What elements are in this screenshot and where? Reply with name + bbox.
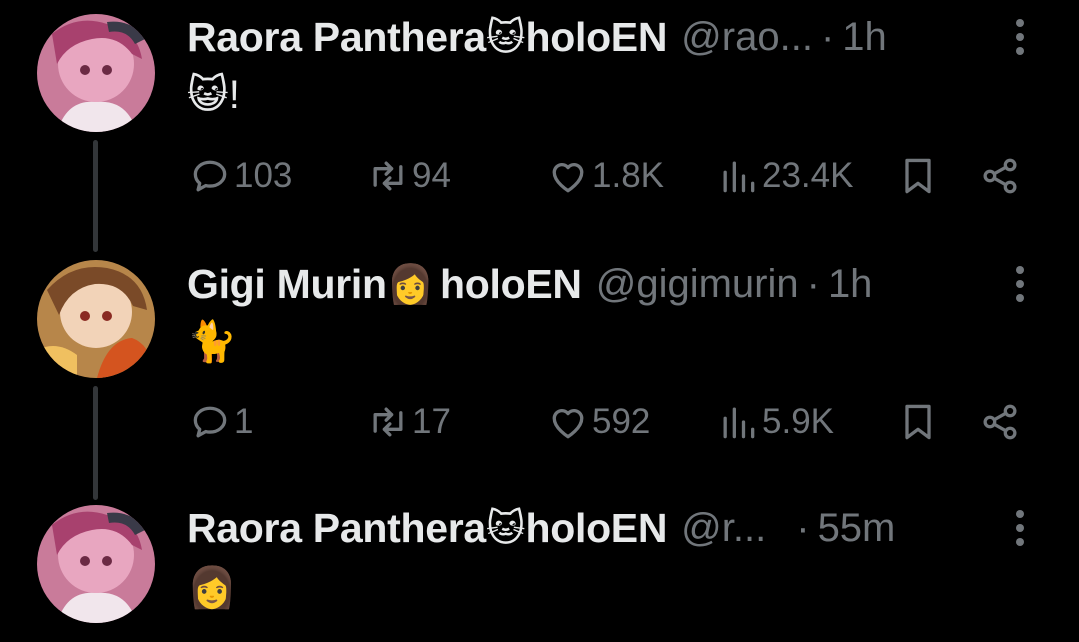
action-bar: 1 17 592 5.9K bbox=[0, 392, 1079, 452]
like-count: 1.8K bbox=[592, 156, 664, 195]
like-button[interactable]: 592 bbox=[546, 392, 650, 452]
user-handle[interactable]: @rao... bbox=[681, 15, 813, 60]
display-name[interactable]: Gigi Murin bbox=[187, 261, 387, 308]
share-button[interactable] bbox=[978, 392, 1022, 452]
repost-icon bbox=[373, 407, 403, 437]
like-icon bbox=[552, 163, 584, 193]
separator-dot: · bbox=[820, 14, 835, 59]
post-text: 😺! bbox=[187, 73, 240, 117]
more-icon[interactable] bbox=[1006, 259, 1034, 309]
more-icon[interactable] bbox=[1006, 12, 1034, 62]
like-count: 592 bbox=[592, 402, 651, 441]
user-handle[interactable]: @gigimurin bbox=[596, 262, 799, 307]
post-2[interactable]: Gigi Murin 👩 holoEN @gigimurin · 1h 🐈 1 … bbox=[0, 250, 1079, 500]
views-icon bbox=[723, 161, 755, 193]
views-button[interactable]: 23.4K bbox=[716, 146, 853, 206]
reply-icon bbox=[193, 160, 227, 192]
post-header: Raora Panthera 🐱 holoEN @rao... · 1h bbox=[187, 12, 887, 62]
repost-count: 94 bbox=[412, 156, 451, 195]
bookmark-icon bbox=[905, 404, 931, 440]
share-icon bbox=[983, 404, 1017, 440]
post-1[interactable]: Raora Panthera 🐱 holoEN @rao... · 1h 😺! … bbox=[0, 0, 1079, 252]
name-emoji: 👩 bbox=[386, 261, 435, 306]
separator-dot: · bbox=[806, 261, 820, 306]
name-emoji: 🐱 bbox=[485, 15, 526, 59]
bookmark-button[interactable] bbox=[896, 146, 940, 206]
views-button[interactable]: 5.9K bbox=[716, 392, 834, 452]
more-icon[interactable] bbox=[1006, 503, 1034, 553]
reply-count: 1 bbox=[234, 402, 254, 441]
display-name[interactable]: Raora Panthera bbox=[187, 14, 486, 61]
share-button[interactable] bbox=[978, 146, 1022, 206]
separator-dot: · bbox=[796, 505, 810, 550]
post-time[interactable]: 1h bbox=[842, 15, 887, 60]
share-icon bbox=[983, 158, 1017, 194]
repost-button[interactable]: 94 bbox=[366, 146, 451, 206]
name-emoji: 🐱 bbox=[485, 506, 526, 550]
post-header: Gigi Murin 👩 holoEN @gigimurin · 1h bbox=[187, 259, 872, 309]
like-button[interactable]: 1.8K bbox=[546, 146, 664, 206]
display-name-suffix[interactable]: holoEN bbox=[440, 261, 582, 308]
post-text: 👩 bbox=[187, 566, 237, 610]
avatar[interactable] bbox=[37, 14, 155, 132]
reply-button[interactable]: 1 bbox=[188, 392, 253, 452]
post-text: 🐈 bbox=[187, 320, 237, 364]
avatar[interactable] bbox=[37, 260, 155, 378]
repost-button[interactable]: 17 bbox=[366, 392, 451, 452]
bookmark-button[interactable] bbox=[896, 392, 940, 452]
post-time[interactable]: 55m bbox=[818, 506, 896, 551]
like-icon bbox=[552, 409, 584, 439]
post-time[interactable]: 1h bbox=[828, 262, 873, 307]
avatar[interactable] bbox=[37, 505, 155, 623]
bookmark-icon bbox=[905, 158, 931, 194]
views-count: 23.4K bbox=[762, 156, 854, 195]
repost-icon bbox=[373, 161, 403, 191]
views-count: 5.9K bbox=[762, 402, 834, 441]
reply-icon bbox=[193, 406, 227, 438]
user-handle[interactable]: @r... bbox=[681, 506, 766, 551]
display-name-suffix[interactable]: holoEN bbox=[525, 505, 667, 552]
post-header: Raora Panthera 🐱 holoEN @r... · 55m bbox=[187, 503, 895, 553]
repost-count: 17 bbox=[412, 402, 451, 441]
post-3[interactable]: Raora Panthera 🐱 holoEN @r... · 55m 👩 bbox=[0, 500, 1079, 642]
display-name-suffix[interactable]: holoEN bbox=[525, 14, 667, 61]
views-icon bbox=[723, 407, 755, 439]
action-bar: 103 94 1.8K 23.4K bbox=[0, 146, 1079, 206]
reply-button[interactable]: 103 bbox=[188, 146, 292, 206]
display-name[interactable]: Raora Panthera bbox=[187, 505, 486, 552]
reply-count: 103 bbox=[234, 156, 293, 195]
